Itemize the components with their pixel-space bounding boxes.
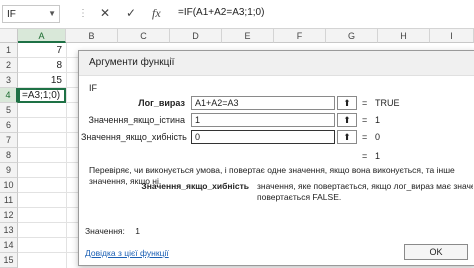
formula-result-label: Значення: [85, 226, 125, 236]
formula-bar: IF ▼ ⋮ ✕ ✓ fx =IF(A1+A2=A3;1;0) [0, 0, 474, 29]
column-header-i[interactable]: I [430, 29, 474, 43]
arg-input-value-if-false[interactable]: 0 [191, 130, 335, 144]
overall-equals: = [362, 151, 368, 161]
row-header-3[interactable]: 3 [0, 73, 18, 88]
arg-description-line: повертається FALSE. [257, 192, 342, 202]
formula-result: Значення: 1 [85, 226, 140, 236]
row-header-4[interactable]: 4 [0, 88, 18, 103]
arg-result-logical-test: TRUE [375, 98, 400, 108]
fx-icon[interactable]: fx [152, 6, 161, 21]
help-link[interactable]: Довідка з цієї функції [85, 248, 169, 258]
column-header-e[interactable]: E [222, 29, 274, 43]
formula-input[interactable]: =IF(A1+A2=A3;1;0) [178, 7, 264, 18]
arg-input-logical-test[interactable]: A1+A2=A3 [191, 96, 335, 110]
column-header-f[interactable]: F [274, 29, 326, 43]
formula-result-value: 1 [135, 226, 140, 236]
formula-bar-separator: ⋮ [78, 8, 88, 19]
column-header-a[interactable]: A [18, 29, 66, 43]
row-header-8[interactable]: 8 [0, 148, 18, 163]
row-header-11[interactable]: 11 [0, 193, 18, 208]
collapse-dialog-button[interactable]: ⬆ [337, 113, 357, 127]
row-header-5[interactable]: 5 [0, 103, 18, 118]
name-box[interactable]: IF ▼ [2, 5, 60, 23]
arg-equals: = [362, 115, 368, 125]
arg-label-logical-test: Лог_вираз [138, 98, 185, 108]
function-arguments-dialog: Аргументи функції IF Лог_вираз A1+A2=A3 … [78, 50, 474, 266]
dialog-title-bar[interactable]: Аргументи функції [79, 51, 474, 76]
row-header-2[interactable]: 2 [0, 58, 18, 73]
cell-a4-editing[interactable]: =A3;1;0) [18, 88, 66, 103]
arg-description-text: значення, яке повертається, якщо лог_вир… [257, 181, 473, 203]
row-header-10[interactable]: 10 [0, 178, 18, 193]
cancel-icon[interactable]: ✕ [100, 6, 110, 20]
column-header-g[interactable]: G [326, 29, 378, 43]
row-header-1[interactable]: 1 [0, 43, 18, 58]
arg-label-value-if-false: Значення_якщо_хибність [81, 132, 187, 142]
column-header-h[interactable]: H [378, 29, 430, 43]
row-header-15[interactable]: 15 [0, 253, 18, 268]
cell-a3[interactable]: 15 [18, 73, 66, 88]
column-header-c[interactable]: C [118, 29, 170, 43]
column-header-b[interactable]: B [66, 29, 118, 43]
cell-a2[interactable]: 8 [18, 58, 66, 73]
arg-description-name: Значення_якщо_хибність [141, 181, 249, 191]
row-header-13[interactable]: 13 [0, 223, 18, 238]
collapse-dialog-button[interactable]: ⬆ [337, 130, 357, 144]
name-box-value: IF [7, 9, 16, 20]
chevron-down-icon[interactable]: ▼ [48, 9, 56, 18]
arg-equals: = [362, 98, 368, 108]
enter-icon[interactable]: ✓ [126, 6, 136, 20]
arg-label-value-if-true: Значення_якщо_істина [88, 115, 185, 125]
ok-button[interactable]: OK [404, 244, 468, 260]
arg-equals: = [362, 132, 368, 142]
row-header-14[interactable]: 14 [0, 238, 18, 253]
collapse-dialog-button[interactable]: ⬆ [337, 96, 357, 110]
gridline [66, 43, 67, 268]
select-all-corner[interactable] [0, 29, 18, 43]
row-header-12[interactable]: 12 [0, 208, 18, 223]
arg-description-line: значення, яке повертається, якщо лог_вир… [257, 181, 473, 191]
row-header-7[interactable]: 7 [0, 133, 18, 148]
row-header-9[interactable]: 9 [0, 163, 18, 178]
function-name: IF [89, 83, 97, 93]
row-header-6[interactable]: 6 [0, 118, 18, 133]
column-header-d[interactable]: D [170, 29, 222, 43]
arg-result-value-if-true: 1 [375, 115, 381, 125]
arg-result-value-if-false: 0 [375, 132, 381, 142]
cell-a1[interactable]: 7 [18, 43, 66, 58]
overall-result: 1 [375, 151, 381, 161]
dialog-title: Аргументи функції [89, 57, 175, 68]
arg-input-value-if-true[interactable]: 1 [191, 113, 335, 127]
